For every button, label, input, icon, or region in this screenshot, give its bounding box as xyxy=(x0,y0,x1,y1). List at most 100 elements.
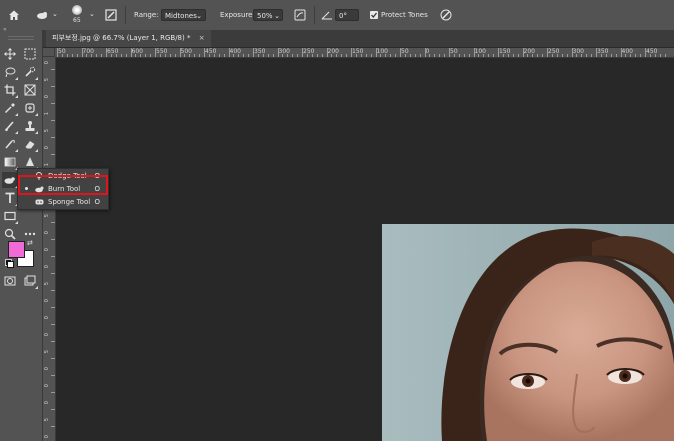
brush-settings-icon[interactable] xyxy=(103,7,119,23)
ruler-minor-tick xyxy=(61,54,63,57)
ruler-minor-tick xyxy=(164,54,166,57)
ruler-tick xyxy=(155,48,156,57)
healing-brush-tool-icon[interactable] xyxy=(22,100,38,116)
angle-value: 0° xyxy=(339,12,347,20)
ruler-minor-tick xyxy=(223,54,225,57)
exposure-input[interactable]: 50% ⌄ xyxy=(253,9,283,21)
dodge-burn-tool-icon[interactable] xyxy=(2,172,18,188)
ruler-minor-tick xyxy=(199,54,201,57)
frame-tool-icon[interactable] xyxy=(22,82,38,98)
brush-preview-icon[interactable] xyxy=(72,5,82,15)
ruler-tick-label: 5 xyxy=(44,418,50,422)
zoom-tool-icon[interactable] xyxy=(2,226,18,242)
ruler-tick xyxy=(51,426,55,427)
ruler-tick-label: 0 xyxy=(44,299,50,303)
ruler-tick-label: 5 xyxy=(44,214,50,218)
ruler-minor-tick xyxy=(444,54,446,57)
ruler-tick xyxy=(51,273,55,274)
clone-stamp-tool-icon[interactable] xyxy=(22,118,38,134)
eraser-tool-icon[interactable] xyxy=(22,136,38,152)
home-icon[interactable] xyxy=(6,7,22,23)
ruler-tick xyxy=(547,48,548,57)
document-image[interactable] xyxy=(382,224,674,441)
marquee-tool-icon[interactable] xyxy=(22,46,38,62)
ruler-tick xyxy=(130,48,132,57)
ruler-minor-tick xyxy=(248,54,250,57)
eyedropper-tool-icon[interactable] xyxy=(2,100,18,116)
ruler-tick xyxy=(571,48,573,57)
chevron-down-icon: ⌄ xyxy=(274,12,280,20)
swap-colors-icon[interactable]: ⇄ xyxy=(27,239,33,247)
gradient-tool-icon[interactable] xyxy=(2,154,18,170)
range-select-value: Midtones xyxy=(165,12,197,20)
flyout-item-sponge-tool[interactable]: Sponge Tool O xyxy=(18,196,108,208)
ruler-tick-label: 0 xyxy=(44,316,50,320)
ruler-tick-label: 0 xyxy=(44,95,50,99)
ruler-origin[interactable] xyxy=(43,48,55,57)
burn-tool-preset-icon[interactable] xyxy=(34,7,50,23)
default-colors-icon[interactable] xyxy=(5,259,14,268)
crop-tool-icon[interactable] xyxy=(2,82,18,98)
ruler-minor-tick xyxy=(463,54,465,57)
foreground-color-swatch[interactable] xyxy=(8,241,25,258)
brush-dropdown-arrow[interactable]: ⌄ xyxy=(89,10,95,18)
ruler-tick-label: 0 xyxy=(44,265,50,269)
ruler-minor-tick xyxy=(189,54,191,57)
ruler-minor-tick xyxy=(110,54,112,57)
lasso-tool-icon[interactable] xyxy=(2,64,18,80)
quick-selection-tool-icon[interactable] xyxy=(22,64,38,80)
range-select[interactable]: Midtones ⌄ xyxy=(161,9,206,21)
type-tool-icon[interactable] xyxy=(2,190,18,206)
ruler-minor-tick xyxy=(600,54,602,57)
ruler-minor-tick xyxy=(125,54,127,57)
rectangle-tool-icon[interactable] xyxy=(2,208,18,224)
ruler-minor-tick xyxy=(434,54,436,57)
ruler-tick xyxy=(302,48,303,57)
flyout-item-shortcut: O xyxy=(94,198,100,206)
ruler-tick xyxy=(51,341,55,342)
ruler-minor-tick xyxy=(267,54,269,57)
ruler-minor-tick xyxy=(316,54,318,57)
ruler-minor-tick xyxy=(542,54,544,57)
airbrush-icon[interactable] xyxy=(292,7,308,23)
ruler-minor-tick xyxy=(659,54,661,57)
ruler-tick xyxy=(498,48,499,57)
ruler-minor-tick xyxy=(635,54,637,57)
ruler-minor-tick xyxy=(218,54,220,57)
ruler-minor-tick xyxy=(586,54,588,57)
history-brush-tool-icon[interactable] xyxy=(2,136,18,152)
angle-input[interactable]: 0° xyxy=(335,9,359,21)
ruler-minor-tick xyxy=(311,54,313,57)
pressure-size-icon[interactable] xyxy=(438,7,454,23)
ruler-minor-tick xyxy=(86,54,88,57)
ruler-tick xyxy=(51,103,55,104)
ruler-minor-tick xyxy=(150,54,152,57)
document-tab[interactable]: 피부보정.jpg @ 66.7% (Layer 1, RGB/8) * × xyxy=(46,30,211,47)
ruler-minor-tick xyxy=(385,54,387,57)
ruler-tick xyxy=(449,48,450,57)
ruler-minor-tick xyxy=(272,54,274,57)
ruler-tick xyxy=(424,48,426,57)
ruler-tick xyxy=(51,222,55,223)
quick-mask-icon[interactable] xyxy=(2,273,18,289)
ruler-minor-tick xyxy=(561,54,563,57)
sponge-tool-icon xyxy=(35,198,44,206)
ruler-tick xyxy=(375,48,377,57)
close-tab-icon[interactable]: × xyxy=(199,34,205,42)
ruler-minor-tick xyxy=(527,54,529,57)
preset-dropdown-arrow[interactable]: ⌄ xyxy=(52,10,58,18)
ruler-minor-tick xyxy=(488,54,490,57)
brush-tool-icon[interactable] xyxy=(2,118,18,134)
ruler-minor-tick xyxy=(649,54,651,57)
screen-mode-icon[interactable] xyxy=(22,273,38,289)
collapse-panel-icon[interactable]: « xyxy=(3,26,7,33)
ruler-tick xyxy=(228,48,230,57)
ruler-tick xyxy=(204,48,205,57)
ruler-tick xyxy=(351,48,352,57)
move-tool-icon[interactable] xyxy=(2,46,18,62)
protect-tones-checkbox[interactable] xyxy=(370,11,378,19)
ruler-minor-tick xyxy=(610,54,612,57)
panel-grip[interactable] xyxy=(8,36,34,40)
ruler-minor-tick xyxy=(76,54,78,57)
ruler-minor-tick xyxy=(262,54,264,57)
